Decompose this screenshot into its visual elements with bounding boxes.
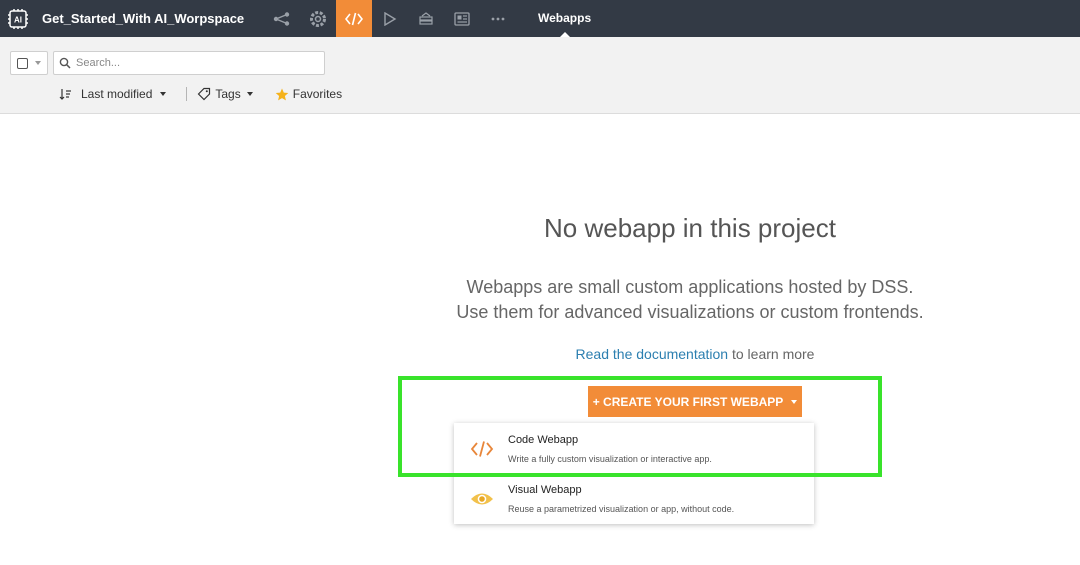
menu-item-title: Code Webapp xyxy=(508,434,579,446)
filter-row: Last modified Tags Favorites xyxy=(59,86,342,102)
create-webapp-label: + CREATE YOUR FIRST WEBAPP xyxy=(592,394,784,409)
search-icon xyxy=(54,57,76,69)
search-input[interactable] xyxy=(76,57,316,69)
chevron-down-icon xyxy=(246,92,253,96)
section-title[interactable]: Webapps xyxy=(538,0,591,37)
select-all-checkbox[interactable] xyxy=(17,57,28,69)
tag-icon xyxy=(197,87,211,101)
eye-icon xyxy=(470,487,494,511)
flow-icon[interactable] xyxy=(264,0,300,37)
filter-bar: Last modified Tags Favorites xyxy=(0,37,1080,114)
menu-item-visual-webapp[interactable]: Visual Webapp Reuse a parametrized visua… xyxy=(454,473,814,523)
select-all-dropdown[interactable] xyxy=(10,51,48,75)
menu-item-code-webapp[interactable]: Code Webapp Write a fully custom visuali… xyxy=(454,423,814,473)
description-line-2: Use them for advanced visualizations or … xyxy=(456,302,924,322)
documentation-link[interactable]: Read the documentation xyxy=(576,346,729,362)
dashboard-icon[interactable] xyxy=(444,0,480,37)
top-navigation-bar: AI Get_Started_With AI_Worpspace Webapps xyxy=(0,0,1080,37)
favorites-filter[interactable]: Favorites xyxy=(275,87,342,101)
search-box[interactable] xyxy=(53,51,325,75)
play-icon[interactable] xyxy=(372,0,408,37)
documentation-line: Read the documentation to learn more xyxy=(500,346,890,362)
code-icon xyxy=(470,437,494,461)
project-name[interactable]: Get_Started_With AI_Worpspace xyxy=(42,11,264,26)
sort-label: Last modified xyxy=(81,87,153,101)
chevron-down-icon xyxy=(35,61,41,65)
tags-label: Tags xyxy=(215,87,241,101)
menu-item-description: Write a fully custom visualization or in… xyxy=(508,454,712,464)
settings-gear-icon[interactable] xyxy=(300,0,336,37)
sort-dropdown[interactable]: Last modified xyxy=(59,87,167,101)
documentation-suffix: to learn more xyxy=(728,346,815,362)
tags-dropdown[interactable]: Tags xyxy=(197,87,253,101)
code-icon[interactable] xyxy=(336,0,372,37)
empty-state-title: No webapp in this project xyxy=(544,213,836,243)
menu-item-description: Reuse a parametrized visualization or ap… xyxy=(508,504,735,514)
empty-state-description: Webapps are small custom applications ho… xyxy=(420,275,960,325)
menu-item-title: Visual Webapp xyxy=(508,484,582,496)
logo-text: AI xyxy=(14,15,22,24)
app-logo-icon[interactable]: AI xyxy=(0,0,36,37)
divider xyxy=(186,87,188,101)
sort-icon xyxy=(59,88,72,100)
stack-icon[interactable] xyxy=(408,0,444,37)
chevron-down-icon xyxy=(791,399,798,404)
description-line-1: Webapps are small custom applications ho… xyxy=(466,277,914,297)
more-dots-icon[interactable] xyxy=(480,0,516,37)
favorites-label: Favorites xyxy=(292,87,343,101)
star-icon xyxy=(275,88,289,101)
webapp-type-menu: Code Webapp Write a fully custom visuali… xyxy=(454,423,814,524)
create-webapp-button[interactable]: + CREATE YOUR FIRST WEBAPP xyxy=(588,386,802,417)
chevron-down-icon xyxy=(160,92,167,96)
